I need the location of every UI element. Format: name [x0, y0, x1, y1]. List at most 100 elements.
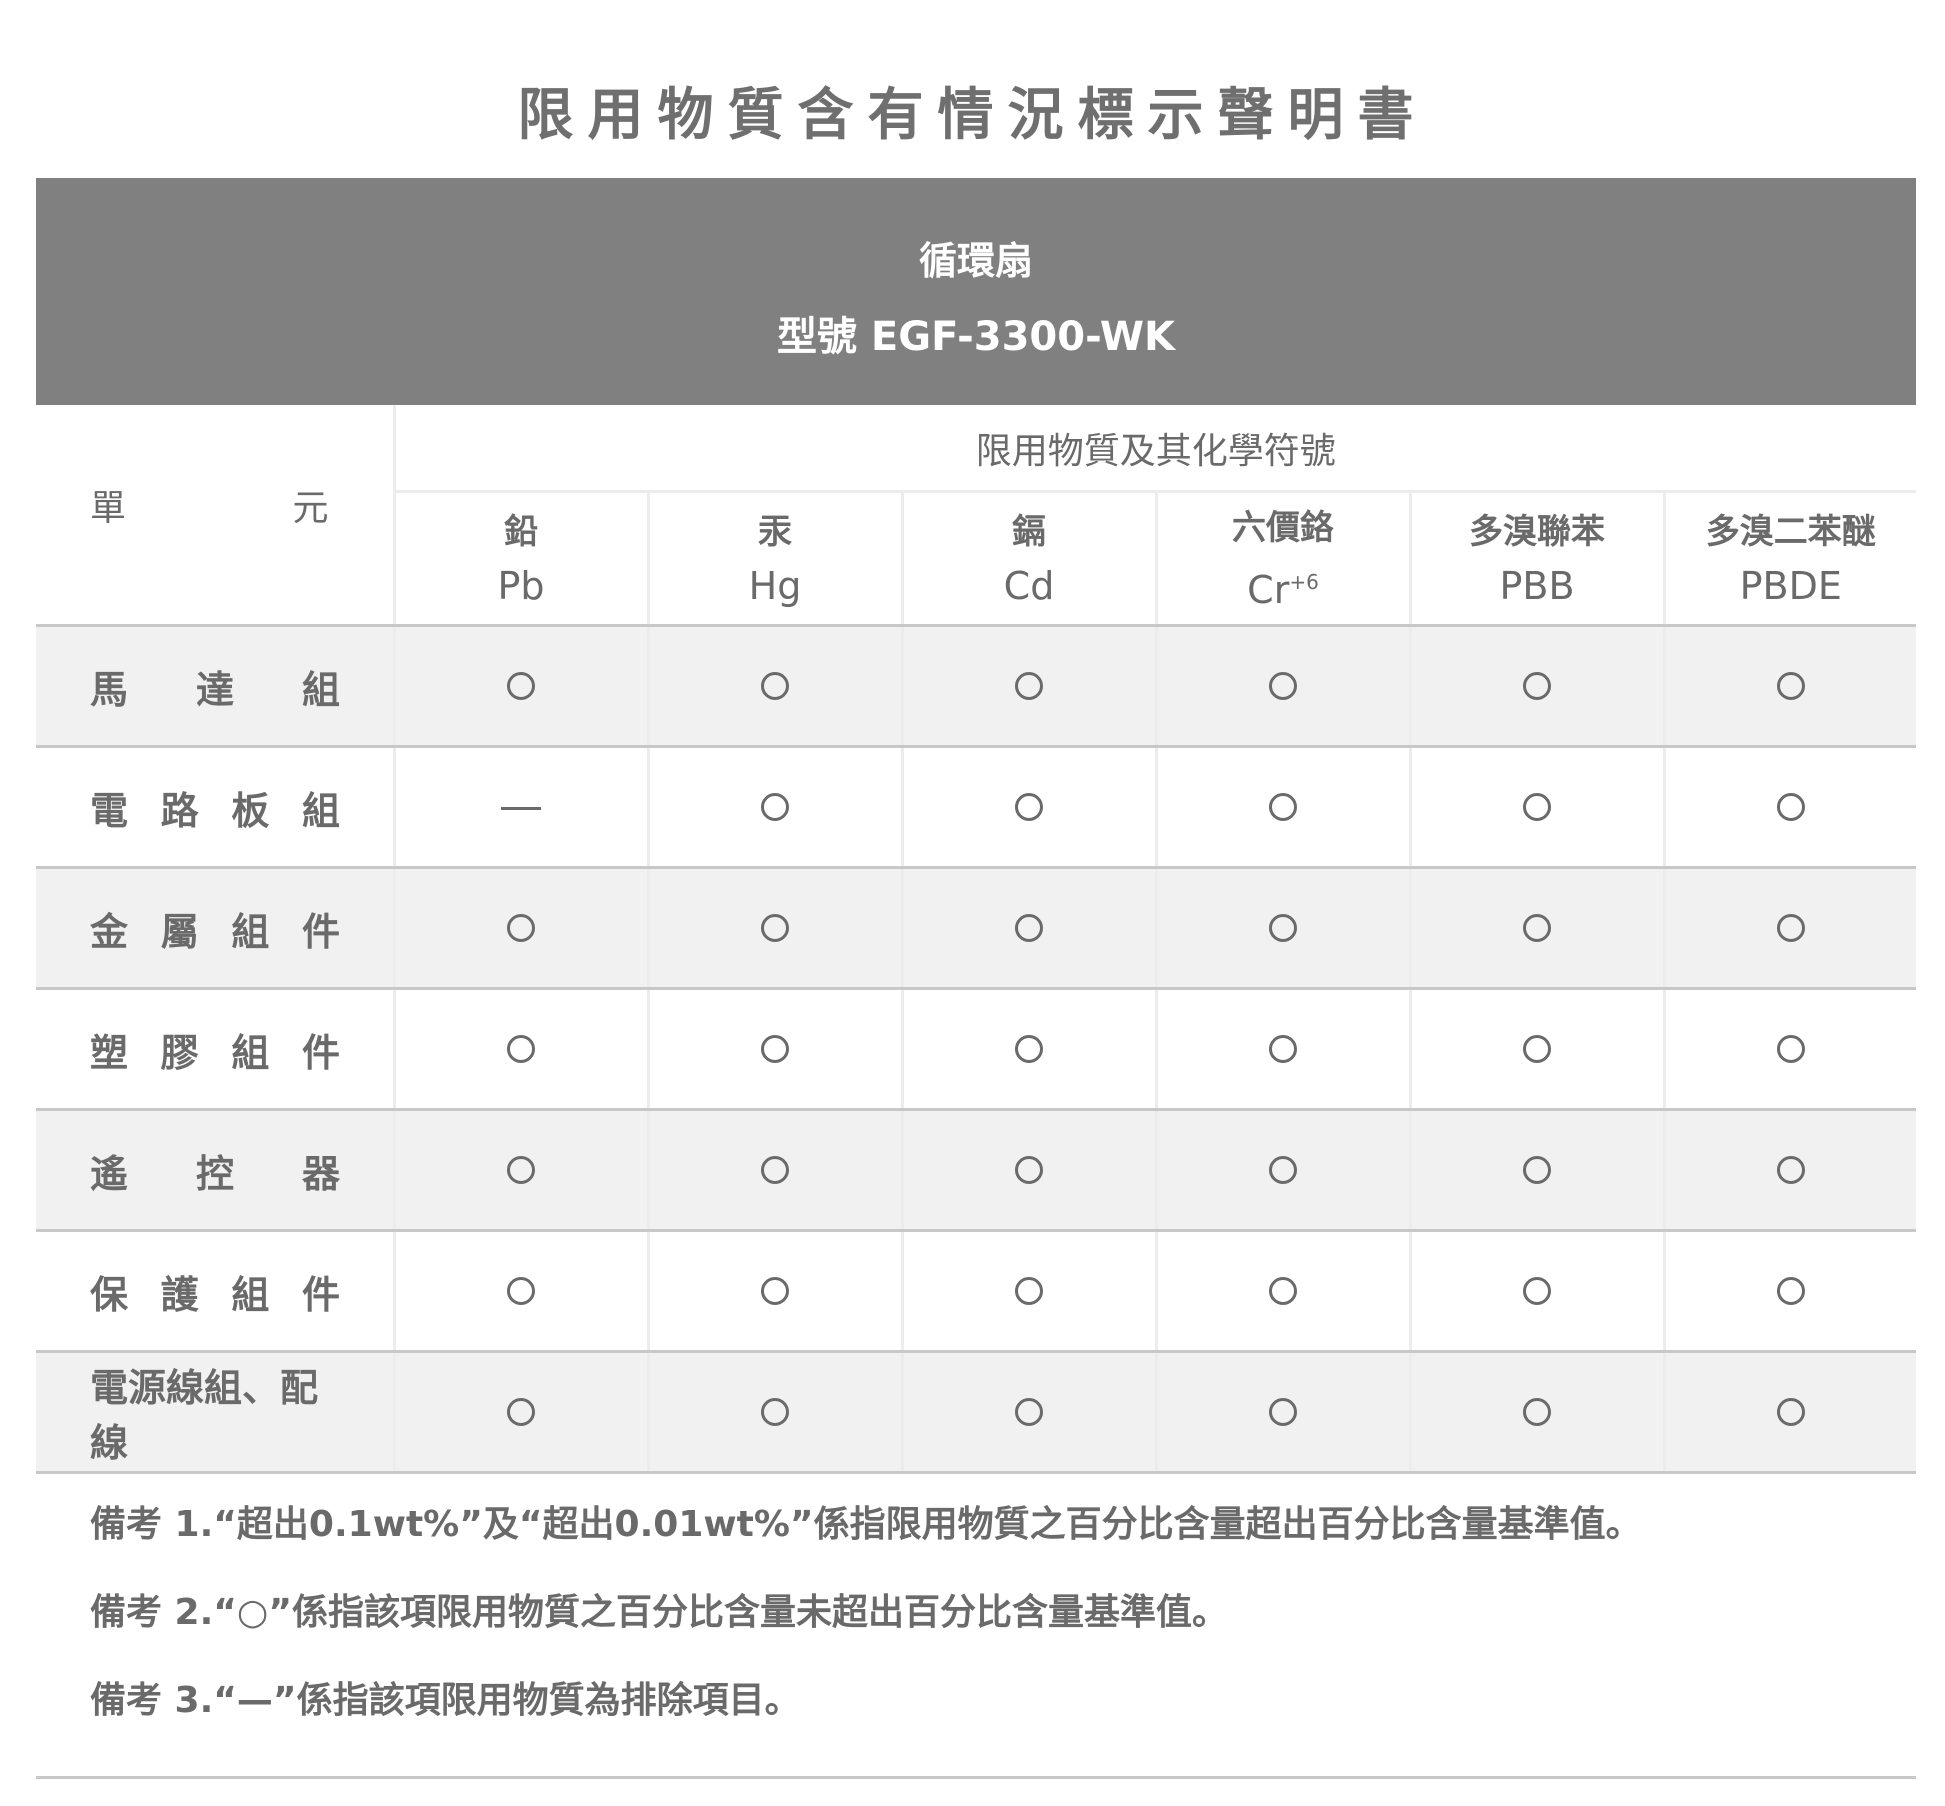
compliant-mark: [902, 867, 1158, 990]
circle-mark-icon: [1269, 1398, 1297, 1426]
product-banner: 循環扇 型號 EGF-3300-WK: [36, 178, 1916, 405]
compliant-mark: [648, 988, 904, 1111]
substance-header: 鎘 Cd: [902, 491, 1158, 627]
circle-mark-icon: [507, 1156, 535, 1184]
symbol-superscript: +6: [1289, 569, 1319, 594]
dash-mark-icon: [501, 806, 541, 810]
product-name: 循環扇: [918, 239, 1033, 283]
compliant-mark: [1664, 1351, 1917, 1474]
table-row: 保護組件: [36, 1230, 1917, 1353]
substance-header: 多溴聯苯 PBB: [1410, 491, 1666, 627]
compliant-mark: [1156, 625, 1412, 748]
circle-mark-icon: [1015, 1277, 1043, 1305]
substance-symbol: PBDE: [1739, 563, 1842, 608]
unit-name: 遙控器: [36, 1109, 396, 1232]
unit-name-part: 組: [231, 909, 270, 954]
circle-mark-icon: [507, 1035, 535, 1063]
circle-mark-icon: [1776, 914, 1805, 942]
document-title: 限用物質含有情況標示聲明書: [517, 83, 1428, 148]
table-row: 塑膠組件: [36, 988, 1917, 1111]
circle-mark-icon: [1269, 1035, 1297, 1063]
circle-mark-icon: [1269, 672, 1297, 700]
unit-name-part: 達: [195, 667, 234, 712]
circle-mark-icon: [761, 1035, 789, 1063]
compliant-mark: [648, 867, 904, 990]
circle-mark-icon: [761, 1156, 789, 1184]
substance-name: 汞: [758, 511, 792, 552]
circle-mark-icon: [1523, 1035, 1551, 1063]
circle-mark-icon: [761, 1277, 789, 1305]
substances-group-header: 限用物質及其化學符號: [394, 405, 1917, 493]
compliant-mark: [648, 625, 904, 748]
substance-name: 多溴聯苯: [1469, 511, 1605, 552]
circle-mark-icon: [1015, 1035, 1043, 1063]
compliant-mark: [902, 1351, 1158, 1474]
compliant-mark: [648, 1230, 904, 1353]
circle-mark-icon: [1523, 914, 1551, 942]
table-row: 馬達組: [36, 625, 1917, 748]
circle-mark-icon: [1015, 793, 1043, 821]
compliant-mark: [902, 1109, 1158, 1232]
unit-name: 電源線組、配線: [36, 1351, 396, 1474]
substance-symbol: Hg: [748, 563, 802, 608]
unit-name: 塑膠組件: [36, 988, 396, 1111]
compliant-mark: [902, 625, 1158, 748]
notes: 備考 1.“超出0.1wt%”及“超出0.01wt%”係指限用物質之百分比含量超…: [90, 1500, 1890, 1764]
compliant-mark: [902, 746, 1158, 869]
circle-mark-icon: [1776, 1035, 1805, 1063]
circle-mark-icon: [761, 672, 789, 700]
compliant-mark: [1156, 867, 1412, 990]
substance-table: 單 元 限用物質及其化學符號 鉛 Pb 汞 Hg 鎘 Cd 六價鉻 Cr+6 多…: [36, 405, 1917, 1474]
unit-name-part: 組: [301, 788, 340, 833]
circle-mark-icon: [1015, 672, 1043, 700]
bottom-divider: [36, 1776, 1916, 1779]
unit-header-char: 單: [90, 487, 127, 529]
substance-symbol: Cd: [1003, 563, 1055, 608]
note-1: 備考 1.“超出0.1wt%”及“超出0.01wt%”係指限用物質之百分比含量超…: [90, 1504, 1642, 1545]
substance-name: 鎘: [1012, 511, 1046, 552]
unit-name: 保護組件: [36, 1230, 396, 1353]
unit-name-part: 組: [231, 1030, 270, 1075]
unit-name-part: 金: [90, 909, 129, 954]
unit-name-part: 控: [195, 1151, 234, 1196]
unit-name: 電路板組: [36, 746, 396, 869]
unit-header-char: 元: [292, 487, 329, 529]
circle-mark-icon: [507, 1277, 535, 1305]
unit-name-part: 板: [231, 788, 270, 833]
circle-mark-icon: [1523, 1277, 1551, 1305]
unit-name-part: 保: [90, 1272, 129, 1317]
substance-header: 汞 Hg: [648, 491, 904, 627]
circle-mark-icon: [1015, 1398, 1043, 1426]
compliant-mark: [1664, 625, 1917, 748]
circle-mark-icon: [1776, 1156, 1805, 1184]
unit-name-part: 電源線組、配線: [90, 1366, 319, 1465]
circle-mark-icon: [1776, 1398, 1805, 1426]
compliant-mark: [1156, 746, 1412, 869]
circle-mark-icon: [1269, 1156, 1297, 1184]
unit-name-part: 組: [301, 667, 340, 712]
circle-mark-icon: [761, 914, 789, 942]
compliant-mark: [902, 988, 1158, 1111]
compliant-mark: [1410, 625, 1666, 748]
compliant-mark: [902, 1230, 1158, 1353]
unit-name: 金屬組件: [36, 867, 396, 990]
substance-name: 六價鉻: [1232, 507, 1334, 548]
circle-mark-icon: [507, 914, 535, 942]
substance-name: 鉛: [504, 511, 538, 552]
note-3: 備考 3.“—”係指該項限用物質為排除項目。: [90, 1680, 801, 1721]
compliant-mark: [648, 1109, 904, 1232]
compliant-mark: [1156, 1109, 1412, 1232]
circle-mark-icon: [1523, 793, 1551, 821]
unit-name-part: 塑: [90, 1030, 129, 1075]
circle-mark-icon: [1015, 1156, 1043, 1184]
circle-mark-icon: [1269, 793, 1297, 821]
circle-mark-icon: [1776, 1277, 1805, 1305]
circle-mark-icon: [507, 1398, 535, 1426]
compliant-mark: [394, 625, 650, 748]
model-number: EGF-3300-WK: [870, 314, 1176, 360]
circle-mark-icon: [1015, 914, 1043, 942]
substance-header: 多溴二苯醚 PBDE: [1664, 491, 1917, 627]
table-row: 遙控器: [36, 1109, 1917, 1232]
compliant-mark: [394, 1230, 650, 1353]
substance-symbol: Pb: [497, 563, 545, 608]
